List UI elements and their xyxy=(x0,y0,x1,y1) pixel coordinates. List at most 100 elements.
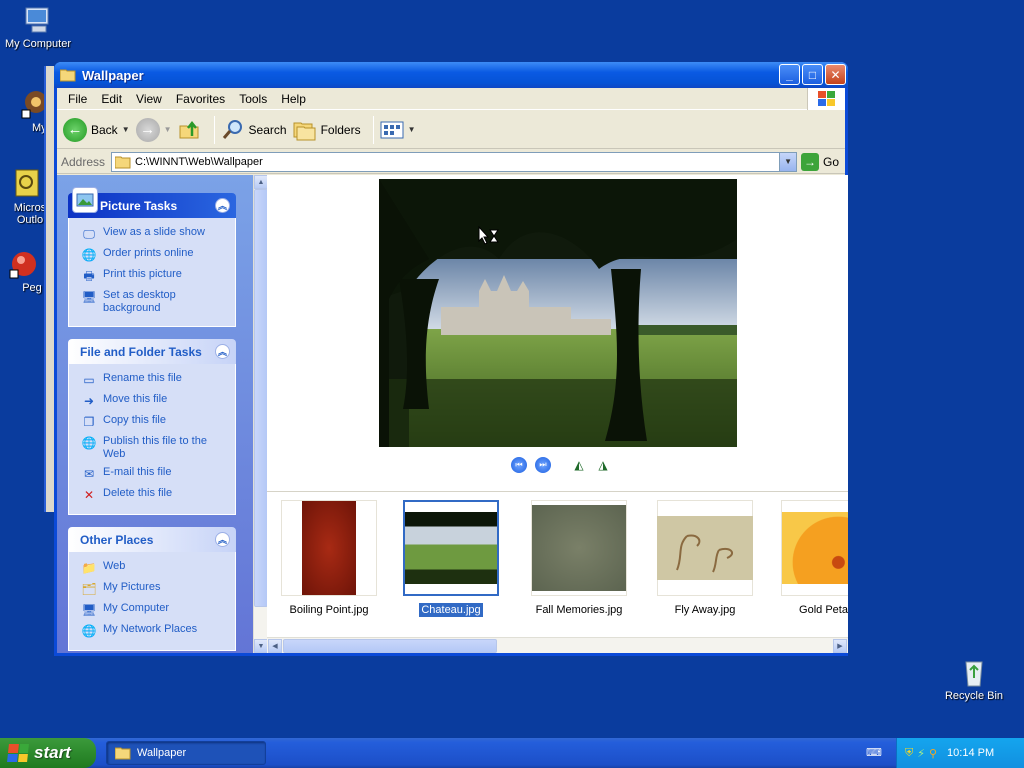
collapse-chevron-icon[interactable]: ︽ xyxy=(215,198,230,213)
file-folder-tasks-header[interactable]: File and Folder Tasks ︽ xyxy=(68,339,236,364)
task-email-file[interactable]: ✉ E-mail this file xyxy=(81,466,229,482)
previous-image-button[interactable]: ⏮ xyxy=(511,457,527,473)
next-image-button[interactable]: ⏭ xyxy=(535,457,551,473)
close-button[interactable]: ✕ xyxy=(825,64,846,85)
task-rename-file[interactable]: ▭ Rename this file xyxy=(81,372,229,388)
thumbnail-label: Boiling Point.jpg xyxy=(289,604,369,616)
picture-tasks-header[interactable]: Picture Tasks ︽ xyxy=(68,187,236,218)
place-my-network-places[interactable]: 🌐 My Network Places xyxy=(81,623,229,639)
views-button[interactable]: ▼ xyxy=(380,120,416,140)
next-icon: ⏭ xyxy=(539,460,547,469)
task-print-picture[interactable]: 🖶 Print this picture xyxy=(81,268,229,284)
folder-icon xyxy=(60,69,76,82)
scrollbar-thumb[interactable] xyxy=(283,639,497,653)
background-window-edge xyxy=(44,66,54,512)
up-folder-button[interactable] xyxy=(178,118,202,142)
folders-button[interactable]: Folders xyxy=(293,119,361,141)
task-delete-file[interactable]: ✕ Delete this file xyxy=(81,487,229,503)
place-my-computer[interactable]: 🖥 My Computer xyxy=(81,602,229,618)
minimize-icon: _ xyxy=(786,67,793,82)
address-dropdown-button[interactable]: ▼ xyxy=(779,152,797,171)
rotate-counterclockwise-button[interactable]: ◮ xyxy=(595,457,611,473)
desktop-icon-label: My Computer xyxy=(4,38,72,50)
menu-tools[interactable]: Tools xyxy=(232,92,274,106)
back-button[interactable]: ← Back ▼ xyxy=(63,117,130,142)
maximize-icon: □ xyxy=(808,67,817,82)
globe-icon: 🌐 xyxy=(81,435,97,450)
maximize-button[interactable]: □ xyxy=(802,64,823,85)
task-set-desktop-background[interactable]: 🖥 Set as desktop background xyxy=(81,289,229,315)
task-label: Rename this file xyxy=(103,372,182,384)
keyboard-icon[interactable]: ⌨ xyxy=(866,746,882,759)
menu-view[interactable]: View xyxy=(129,92,169,106)
thumbnail-gold-petals[interactable]: Gold Petals. xyxy=(781,500,848,616)
collapse-chevron-icon[interactable]: ︽ xyxy=(215,532,230,547)
task-pane: Picture Tasks ︽ 🖵 View as a slide show 🌐 O… xyxy=(57,175,253,653)
task-move-file[interactable]: ➜ Move this file xyxy=(81,393,229,409)
other-places-header[interactable]: Other Places ︽ xyxy=(68,527,236,552)
preview-controls: ⏮ ⏭ ◭ ◮ xyxy=(511,457,611,473)
scroll-left-button[interactable]: ◀ xyxy=(268,639,282,653)
toolbar-separator xyxy=(213,115,215,144)
pictures-folder-icon: 🗂 xyxy=(81,581,97,596)
other-places-panel: Other Places ︽ 📁 Web 🗂 My Pictures 🖥 My Com… xyxy=(68,527,236,651)
title-bar[interactable]: Wallpaper _ □ ✕ xyxy=(54,62,848,88)
taskbar-button-wallpaper[interactable]: Wallpaper xyxy=(106,741,266,765)
desktop-icon-recycle-bin[interactable]: Recycle Bin xyxy=(936,656,1012,702)
menu-file[interactable]: File xyxy=(61,92,94,106)
address-input[interactable]: C:\WINNT\Web\Wallpaper ▼ xyxy=(111,151,798,172)
folder-icon xyxy=(115,156,131,168)
scroll-right-button[interactable]: ▶ xyxy=(833,639,847,653)
previous-icon: ⏮ xyxy=(515,460,523,469)
search-label: Search xyxy=(248,122,287,137)
task-label: Print this picture xyxy=(103,268,182,280)
menu-favorites[interactable]: Favorites xyxy=(169,92,232,106)
start-button[interactable]: start xyxy=(0,738,96,768)
task-view-slideshow[interactable]: 🖵 View as a slide show xyxy=(81,226,229,242)
security-shield-icon[interactable]: ⛨ xyxy=(905,747,913,760)
go-arrow-icon: → xyxy=(801,152,820,171)
dropdown-arrow-icon: ▼ xyxy=(407,125,416,134)
app-shortcut-icon xyxy=(9,252,36,279)
go-button[interactable]: → Go xyxy=(801,152,839,171)
search-tray-icon[interactable]: ⚲ xyxy=(929,747,937,760)
window-title: Wallpaper xyxy=(82,67,144,83)
task-order-prints[interactable]: 🌐 Order prints online xyxy=(81,247,229,263)
place-my-pictures[interactable]: 🗂 My Pictures xyxy=(81,581,229,597)
collapse-chevron-icon[interactable]: ︽ xyxy=(215,344,230,359)
forward-button[interactable]: → ▼ xyxy=(135,117,172,142)
task-publish-web[interactable]: 🌐 Publish this file to the Web xyxy=(81,435,229,461)
computer-icon xyxy=(25,7,49,33)
menu-help[interactable]: Help xyxy=(274,92,313,106)
filmstrip-scrollbar[interactable]: ◀ ▶ xyxy=(267,637,848,653)
task-pane-scrollbar[interactable]: ▲ ▼ xyxy=(253,175,268,653)
network-tray-icon[interactable]: ⚡ xyxy=(917,747,925,760)
desktop-icon-my-computer[interactable]: My Computer xyxy=(0,4,76,50)
task-label: View as a slide show xyxy=(103,226,205,238)
other-places-body: 📁 Web 🗂 My Pictures 🖥 My Computer 🌐 My Netwo… xyxy=(68,552,236,651)
thumbnail-boiling-point[interactable]: Boiling Point.jpg xyxy=(281,500,377,616)
image-preview-area: ⏮ ⏭ ◭ ◮ xyxy=(267,175,848,491)
taskbar: start Wallpaper ⌨ ⛨ ⚡ ⚲ 10:14 PM xyxy=(0,738,1024,768)
minimize-button[interactable]: _ xyxy=(779,64,800,85)
picture-tasks-body: 🖵 View as a slide show 🌐 Order prints onli… xyxy=(68,218,236,327)
thumbnail-chateau[interactable]: Chateau.jpg xyxy=(403,500,499,618)
task-copy-file[interactable]: ❐ Copy this file xyxy=(81,414,229,430)
scroll-down-button[interactable]: ▼ xyxy=(254,639,268,653)
search-button[interactable]: Search xyxy=(221,118,287,142)
system-tray: ⛨ ⚡ ⚲ 10:14 PM xyxy=(896,738,1024,768)
folders-label: Folders xyxy=(320,122,361,137)
thumbnail-label: Chateau.jpg xyxy=(418,602,484,618)
rotate-counterclockwise-icon: ◮ xyxy=(598,458,608,472)
scroll-up-button[interactable]: ▲ xyxy=(254,175,268,189)
scrollbar-thumb[interactable] xyxy=(254,189,268,607)
thumbnail-fly-away[interactable]: Fly Away.jpg xyxy=(657,500,753,616)
clock: 10:14 PM xyxy=(947,747,995,759)
folder-icon: 📁 xyxy=(81,560,97,575)
menu-edit[interactable]: Edit xyxy=(94,92,129,106)
task-label: E-mail this file xyxy=(103,466,172,478)
thumbnail-image xyxy=(532,505,626,591)
thumbnail-fall-memories[interactable]: Fall Memories.jpg xyxy=(531,500,627,616)
rotate-clockwise-button[interactable]: ◭ xyxy=(571,457,587,473)
place-web[interactable]: 📁 Web xyxy=(81,560,229,576)
